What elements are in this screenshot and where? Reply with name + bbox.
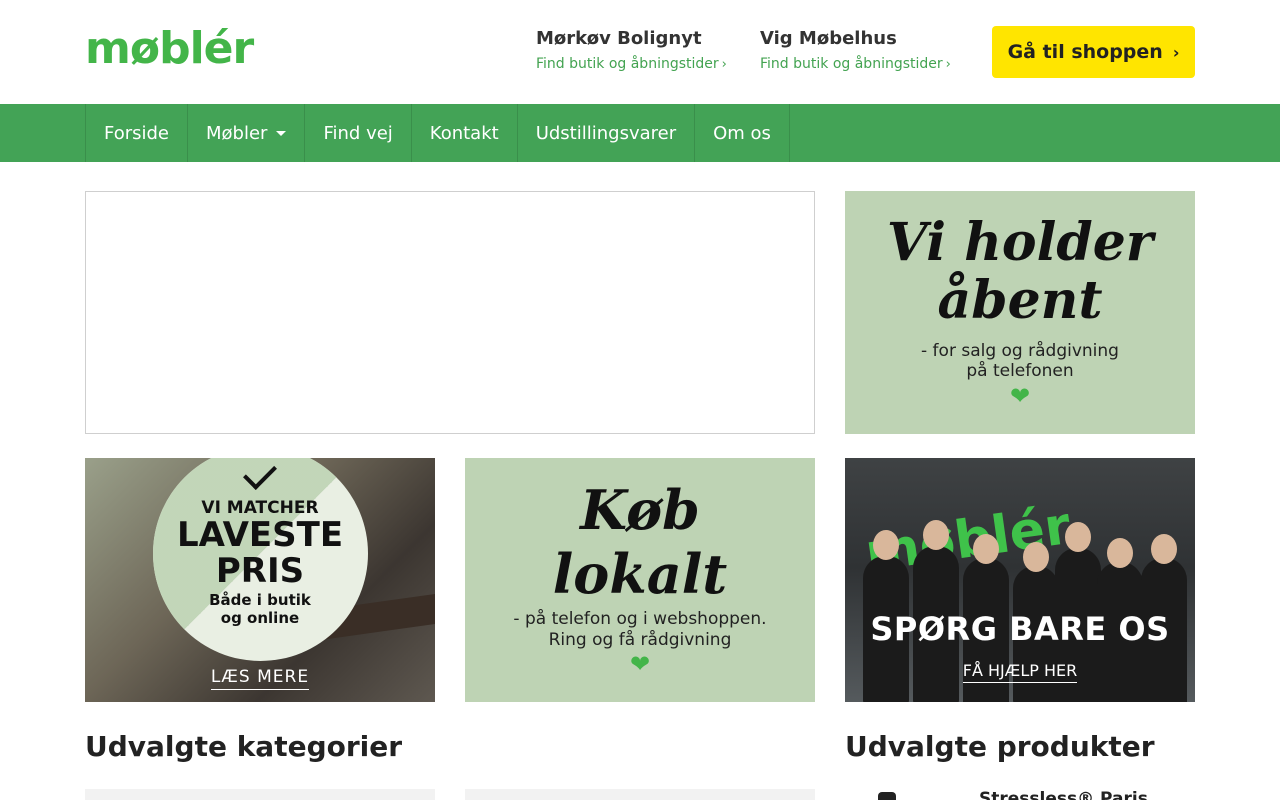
caret-down-icon bbox=[276, 130, 287, 136]
hero-banner[interactable] bbox=[85, 191, 815, 434]
store-link-text: Find butik og åbningstider bbox=[760, 56, 943, 72]
chevron-right-icon: › bbox=[721, 57, 727, 72]
team-member-head bbox=[1065, 522, 1091, 552]
banner-open-line1: Vi holder bbox=[886, 212, 1154, 273]
read-more-text: LÆS MERE bbox=[210, 667, 310, 690]
categories-heading: Udvalgte kategorier bbox=[85, 730, 403, 763]
category-card[interactable] bbox=[85, 789, 435, 800]
store-morkov: Mørkøv Bolignyt Find butik og åbningstid… bbox=[536, 27, 727, 74]
nav-item-mobler[interactable]: Møbler bbox=[187, 104, 304, 162]
team-member-head bbox=[1107, 538, 1133, 568]
nav-label: Forside bbox=[104, 122, 170, 144]
team-member-head bbox=[1151, 534, 1177, 564]
team-member-head bbox=[923, 520, 949, 550]
heart-icon: ❤ bbox=[629, 650, 651, 678]
heart-icon: ❤ bbox=[1009, 382, 1031, 410]
team-member-head bbox=[1023, 542, 1049, 572]
banner-local-line2: lokalt bbox=[552, 542, 728, 606]
team-member-head bbox=[973, 534, 999, 564]
logo-text: møblér bbox=[85, 23, 254, 74]
nav-item-om-os[interactable]: Om os bbox=[694, 104, 790, 162]
store-vig: Vig Møbelhus Find butik og åbningstider › bbox=[760, 27, 951, 74]
banner-ask-us[interactable]: møblér SPØRG BARE OS FÅ HJÆLP HER bbox=[845, 458, 1195, 702]
chevron-right-icon: › bbox=[1172, 42, 1180, 62]
get-help-text: FÅ HJÆLP HER bbox=[962, 661, 1078, 683]
banner-open-line2: åbent bbox=[937, 270, 1103, 331]
chevron-right-icon: › bbox=[945, 57, 951, 72]
store-name: Vig Møbelhus bbox=[760, 28, 897, 49]
read-more-link[interactable]: LÆS MERE bbox=[85, 667, 435, 690]
products-heading: Udvalgte produkter bbox=[845, 730, 1155, 763]
banner-local-sub2: Ring og få rådgivning bbox=[548, 630, 732, 650]
team-member-head bbox=[873, 530, 899, 560]
badge-line5: og online bbox=[220, 609, 300, 627]
nav-item-forside[interactable]: Forside bbox=[85, 104, 187, 162]
site-header: møblér Mørkøv Bolignyt Find butik og åbn… bbox=[0, 0, 1280, 104]
nav-label: Kontakt bbox=[429, 122, 499, 144]
badge-line3: PRIS bbox=[215, 551, 305, 591]
main-nav: Forside Møbler Find vej Kontakt Udstilli… bbox=[0, 104, 1280, 162]
category-card[interactable] bbox=[465, 789, 815, 800]
store-link-morkov[interactable]: Find butik og åbningstider › bbox=[536, 55, 727, 74]
banner-ask-title: SPØRG BARE OS bbox=[870, 610, 1170, 648]
product-thumbnail[interactable] bbox=[878, 792, 896, 800]
product-name[interactable]: Stressless® Paris bbox=[979, 789, 1148, 800]
badge-line4: Både i butik bbox=[209, 591, 311, 609]
badge-line2: LAVESTE bbox=[176, 515, 344, 555]
store-link-vig[interactable]: Find butik og åbningstider › bbox=[760, 55, 951, 74]
banner-local-sub1: - på telefon og i webshoppen. bbox=[513, 609, 767, 629]
go-to-shop-label: Gå til shoppen bbox=[1007, 41, 1163, 63]
nav-label: Møbler bbox=[206, 122, 268, 144]
nav-label: Find vej bbox=[323, 122, 393, 144]
store-link-text: Find butik og åbningstider bbox=[536, 56, 719, 72]
nav-label: Om os bbox=[713, 122, 771, 144]
banner-buy-local[interactable]: Køb lokalt - på telefon og i webshoppen.… bbox=[465, 458, 815, 702]
go-to-shop-button[interactable]: Gå til shoppen › bbox=[992, 26, 1195, 78]
nav-item-find-vej[interactable]: Find vej bbox=[304, 104, 410, 162]
banner-open-sub2: på telefonen bbox=[966, 361, 1074, 381]
banner-local-line1: Køb bbox=[580, 478, 700, 542]
nav-item-kontakt[interactable]: Kontakt bbox=[410, 104, 517, 162]
site-logo[interactable]: møblér bbox=[85, 23, 254, 74]
banner-price-match[interactable]: VI MATCHER LAVESTE PRIS Både i butik og … bbox=[85, 458, 435, 702]
banner-open[interactable]: Vi holder åbent - for salg og rådgivning… bbox=[845, 191, 1195, 434]
nav-label: Udstillingsvarer bbox=[535, 122, 677, 144]
store-name: Mørkøv Bolignyt bbox=[536, 28, 702, 49]
get-help-link[interactable]: FÅ HJÆLP HER bbox=[845, 661, 1195, 683]
banner-open-sub1: - for salg og rådgivning bbox=[921, 341, 1119, 361]
nav-item-udstillingsvarer[interactable]: Udstillingsvarer bbox=[516, 104, 694, 162]
